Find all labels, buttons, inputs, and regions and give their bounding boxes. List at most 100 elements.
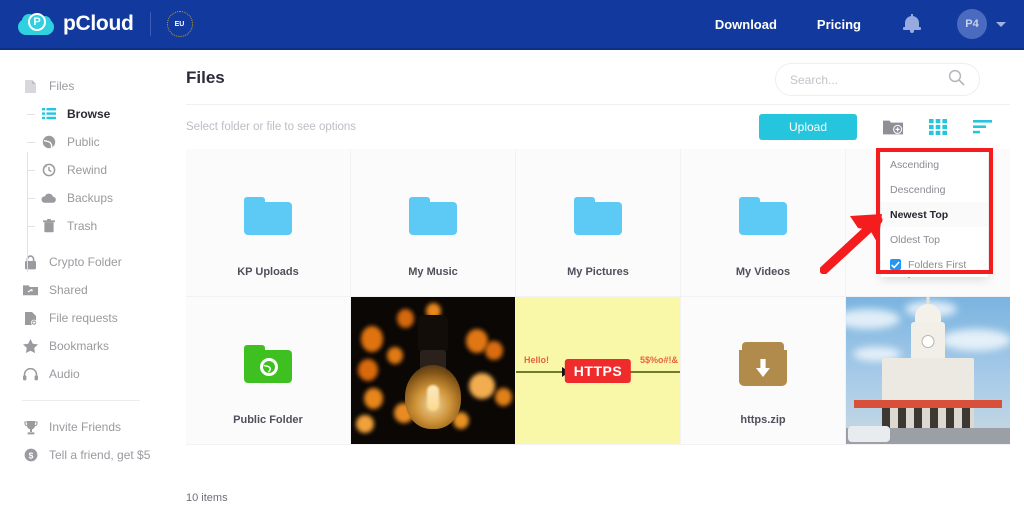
sidebar-label: Tell a friend, get $5: [49, 448, 150, 462]
file-grid-row-2: Public Folder: [186, 297, 1010, 445]
public-folder-icon: [244, 345, 292, 383]
main-content: Files Select folder or file to see optio…: [170, 52, 1024, 512]
https-cipher-label: 5$%o#!&: [640, 355, 678, 365]
file-tile[interactable]: KP Uploads: [186, 149, 351, 297]
lock-icon: [22, 254, 39, 271]
sidebar-label: Rewind: [67, 163, 107, 177]
sidebar-item-tell-a-friend[interactable]: $ Tell a friend, get $5: [0, 441, 170, 469]
brand[interactable]: P pCloud: [18, 11, 134, 37]
account-menu[interactable]: P4: [957, 9, 1006, 39]
sidebar: Files Browse Public Rewind: [0, 52, 170, 512]
sort-option-label: Descending: [890, 184, 945, 196]
file-tile[interactable]: https.zip: [681, 297, 846, 445]
sidebar-item-file-requests[interactable]: File requests: [0, 304, 170, 332]
sidebar-label: Files: [49, 79, 74, 93]
trophy-icon: [22, 419, 39, 436]
nav-download-link[interactable]: Download: [715, 17, 777, 32]
sidebar-label: Crypto Folder: [49, 255, 122, 269]
sidebar-divider: [22, 400, 140, 401]
star-icon: [22, 338, 39, 355]
file-tile-label: My Pictures: [516, 266, 680, 278]
search-icon[interactable]: [948, 69, 965, 91]
clocktower-photo-thumbnail: [846, 297, 1010, 444]
list-icon: [40, 106, 57, 123]
status-bar: 10 items: [186, 492, 228, 504]
folder-icon: [739, 197, 787, 235]
sidebar-label: Audio: [49, 367, 80, 381]
sort-option-ascending[interactable]: Ascending: [881, 152, 988, 177]
sidebar-item-bookmarks[interactable]: Bookmarks: [0, 332, 170, 360]
file-tile[interactable]: Public Folder: [186, 297, 351, 445]
sidebar-item-rewind[interactable]: Rewind: [0, 156, 170, 184]
search-input[interactable]: [790, 73, 948, 87]
https-plain-label: Hello!: [524, 355, 549, 365]
sidebar-label: Backups: [67, 191, 113, 205]
sort-option-label: Newest Top: [890, 209, 948, 221]
sidebar-label: Trash: [67, 219, 97, 233]
new-folder-icon[interactable]: [883, 119, 903, 136]
svg-text:$: $: [28, 450, 33, 460]
sidebar-item-public[interactable]: Public: [0, 128, 170, 156]
sort-option-descending[interactable]: Descending: [881, 177, 988, 202]
https-diagram-thumbnail: Hello! HTTPS 5$%o#!&: [516, 297, 680, 444]
file-tile-label: My Music: [351, 266, 515, 278]
shared-folder-icon: [22, 282, 39, 299]
file-tile-label: Public Folder: [186, 414, 350, 426]
toolbar: Select folder or file to see options Upl…: [170, 105, 1024, 149]
cloud-icon: [40, 190, 57, 207]
search-box[interactable]: [775, 63, 980, 96]
notification-bell-icon[interactable]: [901, 13, 923, 35]
pcloud-app: P pCloud EU Download Pricing P4 Files: [0, 0, 1024, 512]
sort-option-folders-first[interactable]: Folders First: [881, 252, 988, 277]
globe-icon: [40, 134, 57, 151]
eu-badge-icon: EU: [167, 11, 193, 37]
sidebar-item-files[interactable]: Files: [0, 72, 170, 100]
file-icon: [22, 78, 39, 95]
sort-option-newest-top[interactable]: Newest Top: [881, 202, 988, 227]
sidebar-item-audio[interactable]: Audio: [0, 360, 170, 388]
coin-dollar-icon: $: [22, 447, 39, 464]
file-tile[interactable]: Hello! HTTPS 5$%o#!&: [516, 297, 681, 445]
file-tile[interactable]: [351, 297, 516, 445]
sort-option-label: Folders First: [908, 259, 966, 271]
file-tile[interactable]: [846, 297, 1010, 445]
main-header: Files: [170, 52, 1024, 104]
sidebar-item-trash[interactable]: Trash: [0, 212, 170, 240]
upload-button[interactable]: Upload: [759, 114, 857, 140]
sidebar-item-invite-friends[interactable]: Invite Friends: [0, 413, 170, 441]
file-plus-icon: [22, 310, 39, 327]
sidebar-label: Browse: [67, 107, 110, 121]
sidebar-item-shared[interactable]: Shared: [0, 276, 170, 304]
nav-pricing-link[interactable]: Pricing: [817, 17, 861, 32]
file-tile[interactable]: My Music: [351, 149, 516, 297]
sort-option-label: Ascending: [890, 159, 939, 171]
sidebar-label: Public: [67, 135, 100, 149]
grid-view-icon[interactable]: [929, 119, 947, 135]
file-tile-label: https.zip: [681, 414, 845, 426]
sidebar-label: Shared: [49, 283, 88, 297]
brand-name: pCloud: [63, 12, 134, 36]
history-icon: [40, 162, 57, 179]
pcloud-logo-icon: P: [18, 11, 54, 37]
sort-option-oldest-top[interactable]: Oldest Top: [881, 227, 988, 252]
sidebar-label: Bookmarks: [49, 339, 109, 353]
sidebar-label: File requests: [49, 311, 118, 325]
toolbar-hint: Select folder or file to see options: [186, 121, 356, 133]
file-tile[interactable]: My Pictures: [516, 149, 681, 297]
lightbulb-photo-thumbnail: [351, 297, 515, 444]
sort-icon[interactable]: [973, 119, 992, 135]
sidebar-item-crypto-folder[interactable]: Crypto Folder: [0, 248, 170, 276]
zip-archive-icon: [739, 342, 787, 386]
file-tile-label: KP Uploads: [186, 266, 350, 278]
trash-icon: [40, 218, 57, 235]
toolbar-actions: Upload: [759, 114, 1024, 140]
chevron-down-icon: [996, 22, 1006, 27]
top-header: P pCloud EU Download Pricing P4: [0, 0, 1024, 50]
sidebar-item-backups[interactable]: Backups: [0, 184, 170, 212]
sidebar-item-browse[interactable]: Browse: [0, 100, 170, 128]
annotation-red-arrow: [820, 200, 892, 279]
header-actions: Download Pricing P4: [715, 9, 1006, 39]
avatar: P4: [957, 9, 987, 39]
brand-divider: [150, 12, 151, 36]
page-title: Files: [186, 68, 225, 88]
